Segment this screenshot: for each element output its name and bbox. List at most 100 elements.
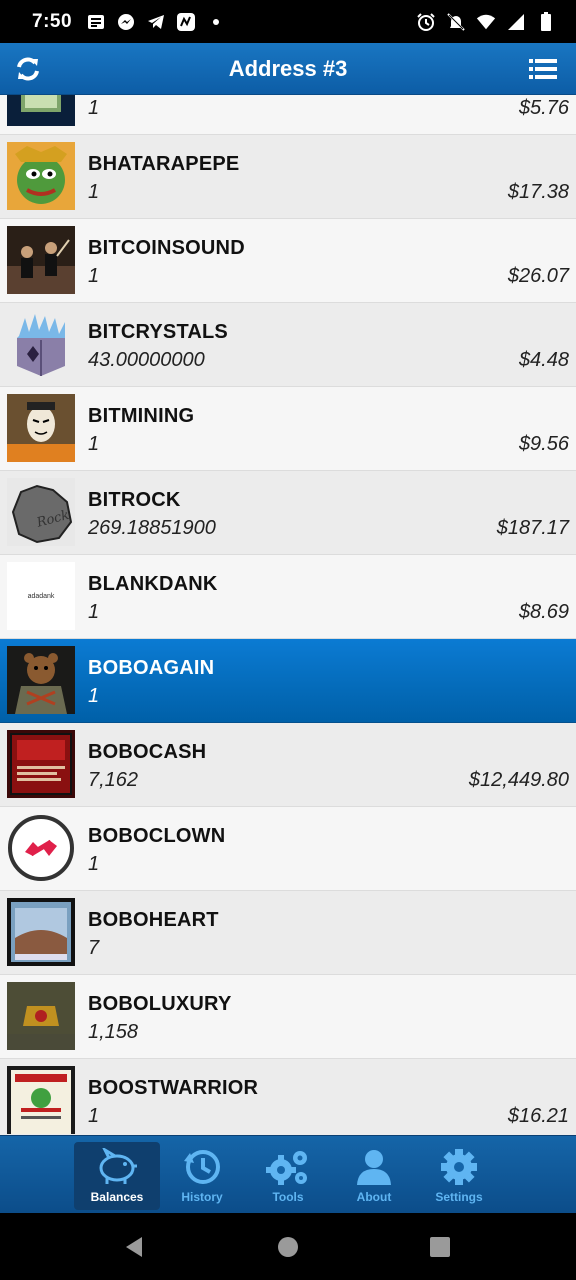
dot-icon — [206, 12, 226, 32]
home-icon — [278, 1237, 298, 1257]
asset-row[interactable]: adadank BLANKDANK 1 $8.69 — [0, 555, 576, 639]
refresh-button[interactable] — [14, 55, 42, 83]
nav-balances[interactable]: Balances — [74, 1142, 160, 1210]
app-bar: Address #3 — [0, 43, 576, 95]
asset-quantity: 7,162 — [88, 769, 139, 791]
history-icon — [179, 1146, 225, 1188]
asset-quantity: 7 — [88, 937, 100, 959]
nav-history[interactable]: History — [159, 1142, 245, 1210]
blankdank-thumb: adadank — [7, 562, 75, 630]
asset-value: $9.56 — [518, 433, 569, 455]
framed-card-thumb — [7, 95, 75, 126]
system-icons — [416, 11, 556, 32]
list-icon — [529, 59, 557, 79]
asset-row[interactable]: BHATARAPEPE 1 $17.38 — [0, 135, 576, 219]
asset-row[interactable]: BITCRYSTALS 43.00000000 $4.48 — [0, 303, 576, 387]
asset-row[interactable]: Rock BITROCK 269.18851900 $187.17 — [0, 471, 576, 555]
asset-row[interactable]: BITCOINSOUND 1 $26.07 — [0, 219, 576, 303]
asset-row-selected[interactable]: BOBOAGAIN 1 — [0, 639, 576, 723]
nav-label: Settings — [435, 1190, 483, 1204]
asset-quantity: 269.18851900 — [88, 517, 216, 539]
bear-thumb — [7, 646, 75, 714]
mute-icon — [446, 12, 466, 32]
back-icon — [126, 1237, 142, 1257]
crystal-box-thumb — [7, 310, 75, 378]
pepe-thumb — [7, 142, 75, 210]
asset-quantity: 1,158 — [88, 1021, 139, 1043]
piggy-bank-icon — [94, 1146, 140, 1188]
asset-name: BITROCK — [88, 489, 181, 511]
asset-name: BOBOHEART — [88, 909, 219, 931]
asset-value: $4.48 — [518, 349, 569, 371]
asset-name: BLANKDANK — [88, 573, 218, 595]
asset-row[interactable]: BOBOHEART 7 — [0, 891, 576, 975]
asset-quantity: 1 — [88, 685, 100, 707]
gears-icon — [265, 1146, 311, 1188]
nav-label: About — [356, 1190, 392, 1204]
asset-value: $26.07 — [507, 265, 569, 287]
asset-value: $5.76 — [518, 97, 569, 119]
page-title: Address #3 — [228, 55, 348, 81]
asset-name: BITMINING — [88, 405, 195, 427]
nav-label: Balances — [90, 1190, 144, 1204]
nav-tools[interactable]: Tools — [245, 1142, 331, 1210]
asset-name: BITCRYSTALS — [88, 321, 228, 343]
asset-name: BOBOCLOWN — [88, 825, 226, 847]
asset-quantity: 1 — [88, 1105, 100, 1127]
asset-value: $8.69 — [518, 601, 569, 623]
system-nav-bar — [0, 1213, 576, 1280]
recents-button[interactable] — [426, 1233, 454, 1261]
asset-quantity: 1 — [88, 853, 100, 875]
asset-quantity: 1 — [88, 97, 100, 119]
asset-name: BOOSTWARRIOR — [88, 1077, 259, 1099]
asset-quantity: 1 — [88, 601, 100, 623]
blue-card-thumb — [7, 898, 75, 966]
alarm-icon — [416, 12, 436, 32]
asset-quantity: 43.00000000 — [88, 349, 205, 371]
clown-logo-thumb — [7, 814, 75, 882]
nav-label: Tools — [272, 1190, 304, 1204]
mask-miner-thumb — [7, 394, 75, 462]
battery-icon — [536, 11, 556, 32]
blankdank-thumb-text: adadank — [27, 592, 55, 600]
asset-row[interactable]: BOBOLUXURY 1,158 — [0, 975, 576, 1059]
asset-name: BHATARAPEPE — [88, 153, 240, 175]
asset-row[interactable]: BOBOCLOWN 1 — [0, 807, 576, 891]
asset-quantity: 1 — [88, 181, 100, 203]
recents-icon — [430, 1237, 450, 1257]
nav-about[interactable]: About — [331, 1142, 417, 1210]
wifi-icon — [476, 12, 496, 32]
rock-thumb: Rock — [7, 478, 75, 546]
asset-value: $16.21 — [507, 1105, 569, 1127]
bottom-nav: Balances History Tools About Settings — [0, 1135, 576, 1213]
red-card-thumb — [7, 730, 75, 798]
gear-icon — [436, 1146, 482, 1188]
nav-label: History — [181, 1190, 223, 1204]
app-notification-icon — [176, 12, 196, 32]
list-menu-button[interactable] — [528, 55, 558, 83]
asset-row[interactable]: BOOSTWARRIOR 1 $16.21 — [0, 1059, 576, 1135]
asset-list[interactable]: 1 $5.76 BHATARAPEPE 1 $17.38 BITCOINSOUN… — [0, 95, 576, 1135]
asset-row[interactable]: BOBOCASH 7,162 $12,449.80 — [0, 723, 576, 807]
telegram-icon — [146, 12, 166, 32]
asset-row[interactable]: 1 $5.76 — [0, 95, 576, 135]
signal-icon — [506, 12, 526, 32]
notification-icons — [86, 12, 226, 32]
warrior-card-thumb — [7, 1066, 75, 1134]
nav-settings[interactable]: Settings — [416, 1142, 502, 1210]
asset-row[interactable]: BITMINING 1 $9.56 — [0, 387, 576, 471]
asset-quantity: 1 — [88, 433, 100, 455]
asset-name: BOBOAGAIN — [88, 657, 215, 679]
asset-name: BOBOLUXURY — [88, 993, 232, 1015]
messenger-icon — [116, 12, 136, 32]
orchestra-thumb — [7, 226, 75, 294]
status-time: 7:50 — [32, 10, 73, 32]
back-button[interactable] — [120, 1233, 148, 1261]
asset-quantity: 1 — [88, 265, 100, 287]
status-bar: 7:50 — [0, 0, 576, 43]
user-icon — [351, 1146, 397, 1188]
news-icon — [86, 12, 106, 32]
home-button[interactable] — [274, 1233, 302, 1261]
asset-value: $17.38 — [507, 181, 569, 203]
asset-name: BITCOINSOUND — [88, 237, 245, 259]
